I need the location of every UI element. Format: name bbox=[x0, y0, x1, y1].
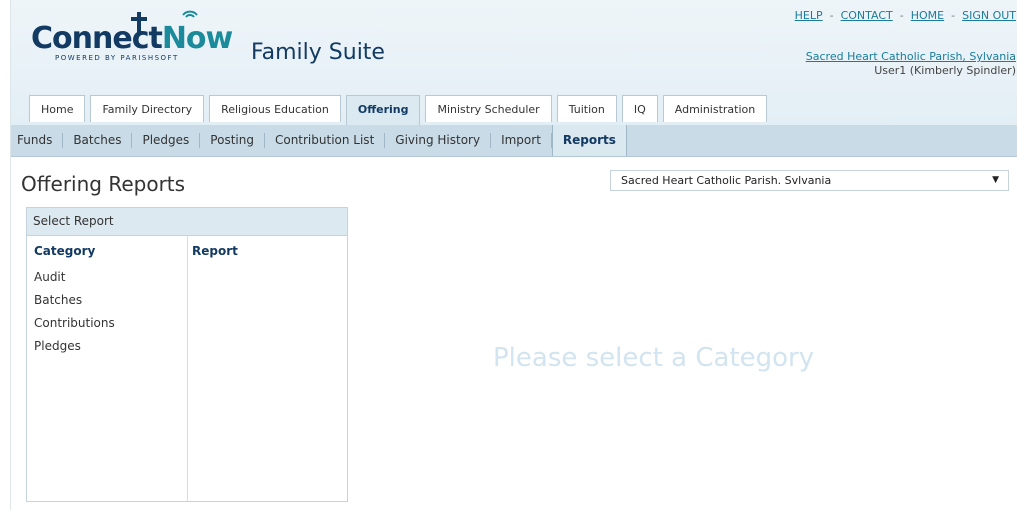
tab-iq[interactable]: IQ bbox=[621, 95, 658, 122]
panel-title: Select Report bbox=[27, 208, 347, 236]
tab-religious-education[interactable]: Religious Education bbox=[209, 95, 341, 122]
category-list: Audit Batches Contributions Pledges bbox=[34, 266, 115, 358]
top-links: HELP - CONTACT - HOME - SIGN OUT bbox=[795, 9, 1016, 22]
subnav-funds[interactable]: Funds bbox=[11, 133, 64, 148]
offering-subnav: Funds Batches Pledges Posting Contributi… bbox=[11, 125, 1017, 157]
category-batches[interactable]: Batches bbox=[34, 289, 115, 312]
link-separator: - bbox=[951, 9, 956, 22]
category-audit[interactable]: Audit bbox=[34, 266, 115, 289]
subnav-pledges[interactable]: Pledges bbox=[132, 133, 201, 148]
tab-administration[interactable]: Administration bbox=[662, 95, 768, 122]
select-report-panel: Select Report Category Report Audit Batc… bbox=[26, 207, 348, 502]
logo-now-text: Now bbox=[161, 21, 233, 56]
subnav-import[interactable]: Import bbox=[491, 133, 552, 148]
tab-ministry-scheduler[interactable]: Ministry Scheduler bbox=[425, 95, 552, 122]
report-header: Report bbox=[192, 244, 238, 258]
caret-down-icon: ▼ bbox=[992, 175, 999, 185]
main-tabs: Home Family Directory Religious Educatio… bbox=[29, 95, 772, 125]
sign-out-link[interactable]: SIGN OUT bbox=[962, 9, 1016, 22]
app-frame: ConnectNow POWERED BY PARISHSOFT Family … bbox=[10, 0, 1017, 510]
subnav-contribution-list[interactable]: Contribution List bbox=[265, 133, 386, 148]
subnav-giving-history[interactable]: Giving History bbox=[385, 133, 492, 148]
help-link[interactable]: HELP bbox=[795, 9, 823, 22]
link-separator: - bbox=[829, 9, 834, 22]
category-contributions[interactable]: Contributions bbox=[34, 312, 115, 335]
column-divider bbox=[187, 235, 188, 501]
empty-state-message: Please select a Category bbox=[493, 343, 815, 373]
page-title: Offering Reports bbox=[21, 172, 186, 196]
cross-icon bbox=[131, 12, 147, 34]
subnav-reports[interactable]: Reports bbox=[551, 125, 627, 156]
tab-tuition[interactable]: Tuition bbox=[556, 95, 617, 122]
wifi-icon bbox=[182, 10, 198, 18]
link-separator: - bbox=[899, 9, 904, 22]
header: ConnectNow POWERED BY PARISHSOFT Family … bbox=[11, 0, 1017, 130]
category-header: Category bbox=[34, 244, 96, 258]
logo-wordmark: ConnectNow bbox=[31, 10, 233, 56]
category-pledges[interactable]: Pledges bbox=[34, 335, 115, 358]
parish-link[interactable]: Sacred Heart Catholic Parish, Sylvania bbox=[806, 50, 1016, 63]
tab-offering[interactable]: Offering bbox=[345, 95, 421, 125]
parish-select-value: Sacred Heart Catholic Parish. Svlvania bbox=[621, 174, 832, 187]
parish-select[interactable]: Sacred Heart Catholic Parish. Svlvania ▼ bbox=[610, 170, 1009, 191]
logo-connect-text: Connect bbox=[31, 21, 163, 56]
current-user: User1 (Kimberly Spindler) bbox=[874, 64, 1016, 77]
suite-title: Family Suite bbox=[251, 40, 385, 65]
tab-family-directory[interactable]: Family Directory bbox=[90, 95, 205, 122]
subnav-batches[interactable]: Batches bbox=[63, 133, 133, 148]
home-link[interactable]: HOME bbox=[911, 9, 944, 22]
tab-home[interactable]: Home bbox=[29, 95, 86, 122]
connectnow-logo[interactable]: ConnectNow POWERED BY PARISHSOFT bbox=[31, 10, 233, 62]
subnav-posting[interactable]: Posting bbox=[200, 133, 265, 148]
contact-link[interactable]: CONTACT bbox=[841, 9, 893, 22]
